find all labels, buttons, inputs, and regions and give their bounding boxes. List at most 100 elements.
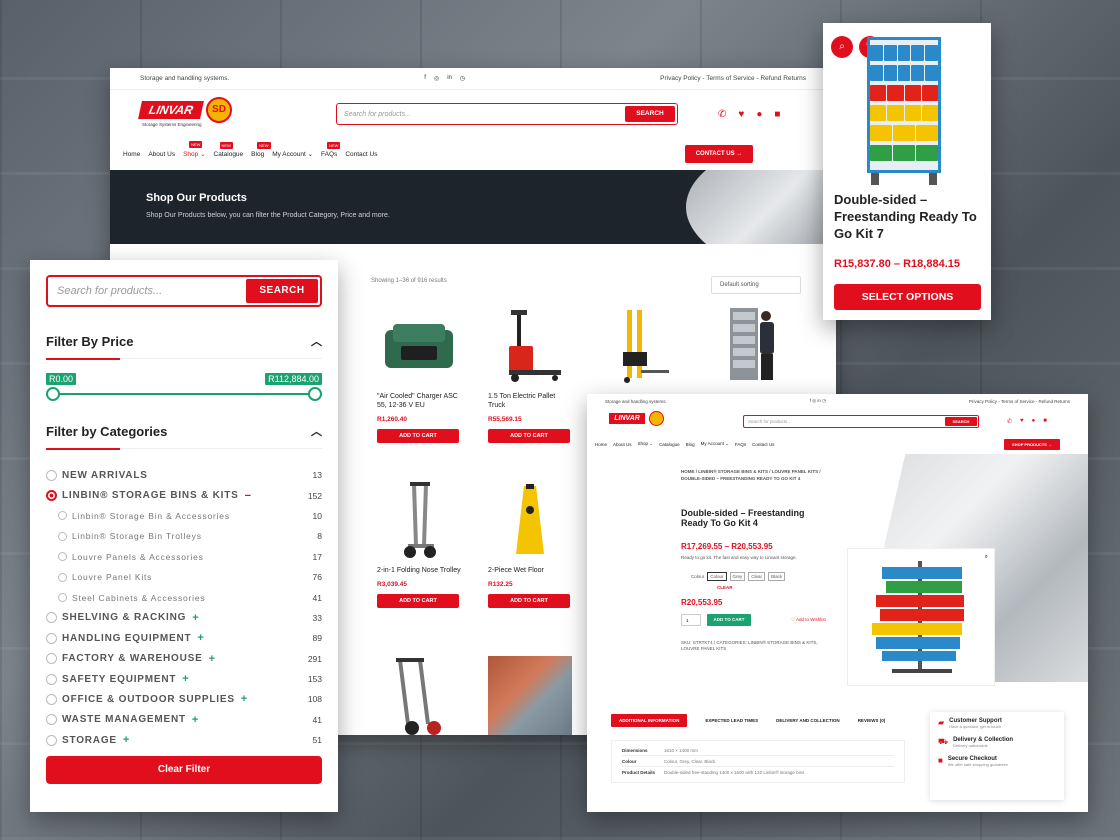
product-image-cabinet[interactable] xyxy=(710,306,794,386)
nav-blog[interactable]: Blog xyxy=(686,442,695,447)
nav-catalogue[interactable]: Catalogue xyxy=(659,442,680,447)
price-slider-max-handle[interactable] xyxy=(308,387,322,401)
instagram-icon[interactable]: ◎ xyxy=(434,75,439,82)
category-item[interactable]: SAFETY EQUIPMENT +153 xyxy=(46,669,322,689)
filter-search-input[interactable]: Search for products... xyxy=(50,285,246,297)
price-filter-heading[interactable]: Filter By Price ︿ xyxy=(46,333,322,360)
price-slider-track[interactable] xyxy=(52,393,316,395)
shop-products-button[interactable]: SHOP PRODUCTS → xyxy=(1004,438,1060,450)
add-to-cart-button[interactable]: ADD TO CART xyxy=(377,594,459,608)
add-to-cart-button[interactable]: ADD TO CART xyxy=(488,429,570,443)
category-radio[interactable] xyxy=(46,714,57,726)
product-title[interactable]: Double-sided – Freestanding Ready To Go … xyxy=(834,191,984,242)
phone-icon[interactable]: ✆ xyxy=(1007,418,1012,425)
tab-additional-information[interactable]: ADDITIONAL INFORMATION xyxy=(611,714,688,727)
nav-about[interactable]: About Us xyxy=(148,151,175,158)
category-radio[interactable] xyxy=(46,612,57,624)
cart-icon[interactable]: ■ xyxy=(1043,418,1047,425)
product-card[interactable]: "Air Cooled" Charger ASC 55, 12-36 V EU … xyxy=(377,306,461,443)
category-item[interactable]: SHELVING & RACKING +33 xyxy=(46,608,322,628)
subcategory-item[interactable]: Linbin® Storage Bin Trolleys 8 xyxy=(46,526,322,546)
zoom-icon[interactable]: ⌕ xyxy=(985,554,988,561)
product-image-hand-truck[interactable] xyxy=(377,656,461,735)
category-radio[interactable] xyxy=(58,511,67,521)
search-icon[interactable]: ⌕ xyxy=(831,36,853,58)
user-icon[interactable]: ● xyxy=(756,109,762,120)
colour-option[interactable]: Black xyxy=(768,572,786,581)
product-card[interactable]: 2-in-1 Folding Nose Trolley R3,039.45 AD… xyxy=(377,480,461,608)
nav-contact[interactable]: Contact Us xyxy=(345,151,377,158)
collapse-icon[interactable]: − xyxy=(245,490,252,502)
subcategory-item[interactable]: Linbin® Storage Bin & Accessories 10 xyxy=(46,506,322,526)
nav-shop[interactable]: NEW Shop ⌄ xyxy=(183,141,206,158)
product-name[interactable]: 2-in-1 Folding Nose Trolley xyxy=(377,566,461,575)
category-radio[interactable] xyxy=(46,734,57,746)
expand-icon[interactable]: + xyxy=(123,734,130,746)
select-options-button[interactable]: SELECT OPTIONS xyxy=(834,284,981,310)
nav-home[interactable]: Home xyxy=(595,442,607,447)
colour-option[interactable]: Clear xyxy=(748,572,766,581)
product-card[interactable]: 2-Piece Wet Floor R132.25 ADD TO CART xyxy=(488,480,572,608)
expand-icon[interactable]: + xyxy=(182,673,189,685)
category-item[interactable]: HANDLING EQUIPMENT +89 xyxy=(46,628,322,648)
search-input[interactable]: Search for products... xyxy=(745,419,945,424)
category-item[interactable]: WASTE MANAGEMENT +41 xyxy=(46,710,322,730)
filter-search-button[interactable]: SEARCH xyxy=(246,279,318,303)
nav-account[interactable]: My Account ⌄ xyxy=(701,441,729,447)
search-button[interactable]: SEARCH xyxy=(945,416,977,426)
category-radio[interactable] xyxy=(46,490,57,502)
price-slider-min-handle[interactable] xyxy=(46,387,60,401)
user-icon[interactable]: ● xyxy=(1032,418,1036,425)
category-radio[interactable] xyxy=(58,531,67,541)
product-image-stair-climber[interactable] xyxy=(488,656,572,735)
nav-contact[interactable]: Contact Us xyxy=(752,442,774,447)
tab-reviews[interactable]: REVIEWS (0) xyxy=(858,718,886,723)
product-image-double-sided-rack[interactable]: ⌕ xyxy=(847,548,995,686)
product-name[interactable]: "Air Cooled" Charger ASC 55, 12-36 V EU xyxy=(377,392,461,410)
category-radio[interactable] xyxy=(58,572,67,582)
category-radio[interactable] xyxy=(58,552,67,562)
policy-links[interactable]: Privacy Policy - Terms of Service - Refu… xyxy=(660,75,806,82)
product-card[interactable] xyxy=(488,656,572,735)
category-item[interactable]: FACTORY & WAREHOUSE +291 xyxy=(46,649,322,669)
add-to-wishlist-link[interactable]: ♡ Add to Wishlist xyxy=(791,617,826,623)
product-image-nose-trolley[interactable] xyxy=(377,480,461,560)
nav-faqs[interactable]: FAQs xyxy=(735,442,746,447)
linvar-logo[interactable]: LINVAR SD Storage Systems Engineering xyxy=(138,97,240,131)
heart-icon[interactable]: ♥ xyxy=(1020,418,1024,425)
cart-icon[interactable]: ■ xyxy=(774,109,780,120)
contact-us-button[interactable]: CONTACT US → xyxy=(685,145,753,163)
secure-checkout-item[interactable]: ■ Secure Checkout We offer safe shopping g… xyxy=(938,756,1056,767)
colour-option[interactable]: Grey xyxy=(729,572,746,581)
product-card[interactable]: 1.5 Ton Electric Pallet Truck R55,569.15… xyxy=(488,306,572,443)
search-button[interactable]: SEARCH xyxy=(625,106,675,122)
policy-links[interactable]: Privacy Policy - Terms of Service - Refu… xyxy=(969,399,1070,404)
phone-icon[interactable]: ✆ xyxy=(718,109,726,120)
category-radio[interactable] xyxy=(46,469,57,481)
linvar-logo[interactable]: LINVAR xyxy=(609,411,667,431)
facebook-icon[interactable]: f xyxy=(424,75,426,82)
search-input[interactable]: Search for products... xyxy=(339,111,625,118)
price-slider[interactable]: R0.00 R112,884.00 xyxy=(46,373,322,409)
product-card[interactable] xyxy=(599,306,683,386)
category-radio[interactable] xyxy=(58,593,67,603)
category-filter-heading[interactable]: Filter by Categories ︿ xyxy=(46,423,322,450)
nav-home[interactable]: Home xyxy=(123,151,140,158)
product-card[interactable] xyxy=(377,656,461,735)
linkedin-icon[interactable]: in xyxy=(447,75,452,82)
category-radio[interactable] xyxy=(46,693,57,705)
nav-catalogue[interactable]: NEW Catalogue xyxy=(214,141,243,158)
sort-select[interactable]: Default sorting xyxy=(711,276,801,294)
product-image-stacker[interactable] xyxy=(599,306,683,386)
expand-icon[interactable]: + xyxy=(192,612,199,624)
quantity-input[interactable]: 1 xyxy=(681,614,701,626)
heart-icon[interactable]: ♥ xyxy=(738,109,744,120)
product-image-wet-floor-sign[interactable] xyxy=(488,480,572,560)
social-links[interactable]: f ◎ in ◷ xyxy=(810,398,826,404)
expand-icon[interactable]: + xyxy=(197,632,204,644)
whatsapp-icon[interactable]: ◷ xyxy=(460,75,465,82)
nav-blog[interactable]: NEW Blog xyxy=(251,141,271,158)
nav-about[interactable]: About Us xyxy=(613,442,632,447)
expand-icon[interactable]: + xyxy=(241,693,248,705)
clear-filter-button[interactable]: Clear Filter xyxy=(46,756,322,785)
